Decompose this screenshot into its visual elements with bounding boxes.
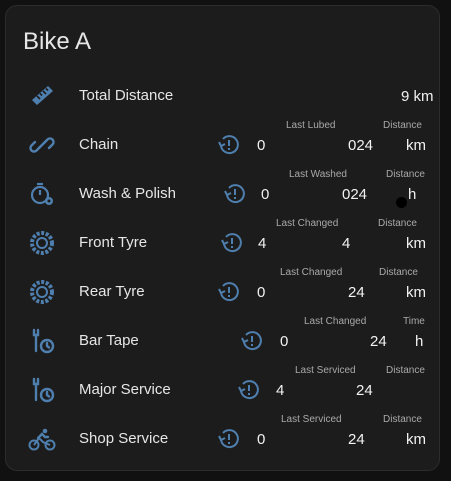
tyre-icon	[28, 229, 56, 257]
stopwatch-gear-icon	[28, 180, 56, 208]
time-header: Time	[403, 316, 425, 327]
last-changed-value: 4	[258, 235, 267, 252]
last-washed-value-suffix: 024	[342, 186, 368, 203]
row-label: Total Distance	[79, 87, 174, 104]
history-alert-icon[interactable]	[218, 428, 240, 450]
row-label: Wash & Polish	[79, 185, 176, 202]
last-changed-value: 0	[257, 284, 266, 301]
row-chain[interactable]: Chain Last Lubed Distance 0 024 km	[6, 120, 441, 170]
row-label: Chain	[79, 136, 119, 153]
distance-value: km	[406, 431, 426, 448]
time-value: h	[415, 333, 424, 350]
last-lubed-value: 0	[257, 137, 266, 154]
row-label: Bar Tape	[79, 332, 139, 349]
row-label: Major Service	[79, 381, 171, 398]
wrench-clock-icon	[28, 376, 56, 404]
distance-value: km	[406, 284, 426, 301]
distance-header: Distance	[383, 414, 422, 425]
distance-header: Distance	[383, 120, 422, 131]
last-serviced-value: 0	[257, 431, 266, 448]
last-washed-value: 0	[261, 186, 270, 203]
row-rear-tyre[interactable]: Rear Tyre Last Changed Distance 0 24 km	[6, 267, 441, 317]
total-distance-value: 9 km	[401, 88, 434, 105]
distance-value: km	[406, 235, 426, 252]
last-serviced-value-suffix: 24	[348, 431, 365, 448]
history-alert-icon[interactable]	[241, 330, 263, 352]
last-changed-header: Last Changed	[276, 218, 339, 229]
distance-header: Distance	[386, 169, 425, 180]
row-bar-tape[interactable]: Bar Tape Last Changed Time 0 24 h	[6, 316, 441, 366]
ruler-icon	[28, 82, 56, 110]
history-alert-icon[interactable]	[218, 134, 240, 156]
cyclist-icon	[28, 425, 56, 453]
wrench-clock-icon	[28, 327, 56, 355]
distance-header: Distance	[379, 267, 418, 278]
last-serviced-header: Last Serviced	[295, 365, 356, 376]
distance-value: h	[408, 186, 417, 203]
history-alert-icon[interactable]	[224, 183, 246, 205]
history-alert-icon[interactable]	[238, 379, 260, 401]
history-alert-icon[interactable]	[218, 281, 240, 303]
row-label: Front Tyre	[79, 234, 148, 251]
bike-card: Bike A Total Distance 9 km Chain Last Lu…	[5, 5, 440, 471]
last-lubed-header: Last Lubed	[286, 120, 336, 131]
distance-header: Distance	[378, 218, 417, 229]
last-changed-value-suffix: 24	[348, 284, 365, 301]
last-serviced-value-suffix: 24	[356, 382, 373, 399]
row-major-service[interactable]: Major Service Last Serviced Distance 4 2…	[6, 365, 441, 415]
tyre-icon	[28, 278, 56, 306]
distance-header: Distance	[386, 365, 425, 376]
row-wash-polish[interactable]: Wash & Polish Last Washed Distance 0 024…	[6, 169, 441, 219]
last-changed-value-suffix: 4	[342, 235, 351, 252]
row-label: Rear Tyre	[79, 283, 145, 300]
redaction-mark	[396, 197, 407, 208]
last-changed-value: 0	[280, 333, 289, 350]
last-changed-value-suffix: 24	[370, 333, 387, 350]
last-serviced-header: Last Serviced	[281, 414, 342, 425]
last-changed-header: Last Changed	[280, 267, 343, 278]
card-title: Bike A	[23, 28, 92, 55]
last-changed-header: Last Changed	[304, 316, 367, 327]
row-shop-service[interactable]: Shop Service Last Serviced Distance 0 24…	[6, 414, 441, 464]
last-serviced-value: 4	[276, 382, 285, 399]
row-label: Shop Service	[79, 430, 169, 447]
history-alert-icon[interactable]	[221, 232, 243, 254]
last-washed-header: Last Washed	[289, 169, 347, 180]
chain-link-icon	[28, 131, 56, 159]
last-lubed-value-suffix: 024	[348, 137, 374, 154]
distance-value: km	[406, 137, 426, 154]
row-total-distance[interactable]: Total Distance 9 km	[6, 72, 441, 121]
row-front-tyre[interactable]: Front Tyre Last Changed Distance 4 4 km	[6, 218, 441, 268]
